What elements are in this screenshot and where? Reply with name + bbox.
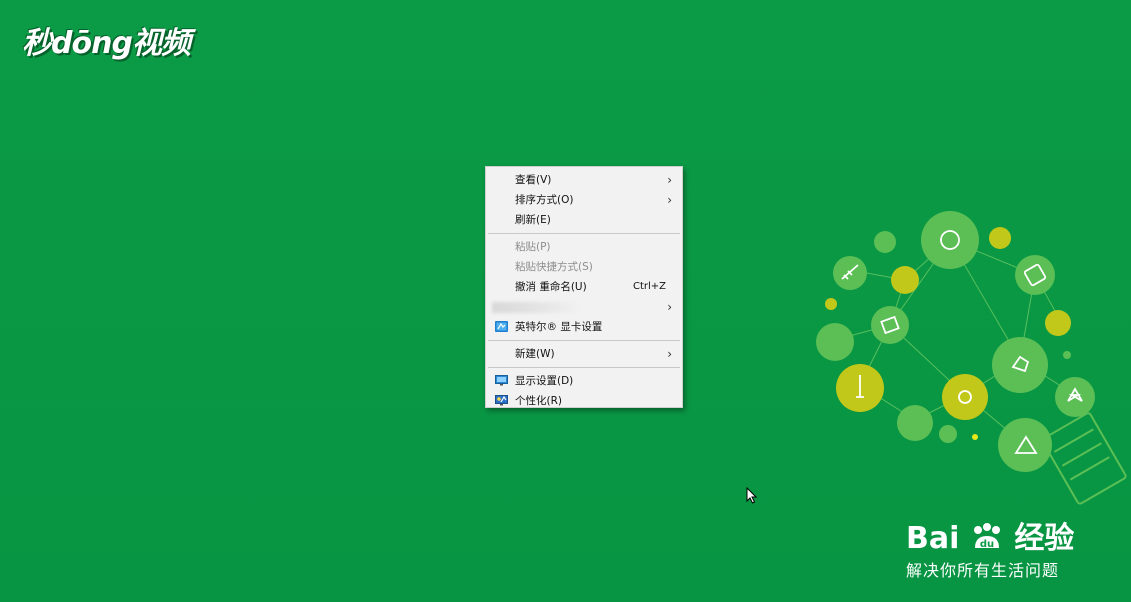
display-icon [495,375,508,386]
menu-item-refresh[interactable]: 刷新(E) [486,210,682,230]
baidu-jingyan-logo: Bai du 经验 解决你所有生活问题 [906,520,1106,582]
menu-item-label: 显示设置(D) [515,375,574,387]
svg-text:du: du [980,539,994,550]
menu-item-display-settings[interactable]: 显示设置(D) [486,371,682,391]
menu-item-label: 英特尔® 显卡设置 [515,321,603,333]
menu-item-label: 粘贴(P) [515,241,551,253]
menu-separator [488,233,680,234]
chevron-right-icon: › [667,173,672,187]
menu-separator [488,367,680,368]
menu-item-blurred[interactable]: › [486,297,682,317]
watermark-text: 秒dōng视频 [22,26,191,61]
menu-item-paste[interactable]: 粘贴(P) [486,237,682,257]
chevron-right-icon: › [667,347,672,361]
menu-item-new[interactable]: 新建(W) › [486,344,682,364]
baidu-slogan: 解决你所有生活问题 [906,561,1060,580]
decorative-lightbulb-illustration [816,211,1127,505]
menu-item-label: 刷新(E) [515,214,551,226]
video-watermark-logo: 秒dōng视频 [22,18,191,62]
menu-item-shortcut: Ctrl+Z [632,281,666,292]
menu-item-label: 新建(W) [515,348,555,360]
menu-item-label: 排序方式(O) [515,194,574,206]
menu-item-personalize[interactable]: 个性化(R) [486,391,682,411]
menu-item-paste-shortcut[interactable]: 粘贴快捷方式(S) [486,257,682,277]
menu-item-label: 查看(V) [515,174,552,186]
chevron-right-icon: › [667,193,672,207]
baidu-paw-icon: du [973,523,1000,550]
menu-item-view[interactable]: 查看(V) › [486,170,682,190]
menu-item-sort-by[interactable]: 排序方式(O) › [486,190,682,210]
menu-item-label: 粘贴快捷方式(S) [515,261,593,273]
mouse-cursor-icon [746,487,758,504]
menu-item-intel-graphics[interactable]: 英特尔® 显卡设置 [486,317,682,337]
menu-item-label: 撤消 重命名(U) [515,281,587,293]
personalize-icon [495,395,508,406]
desktop-context-menu: 查看(V) › 排序方式(O) › 刷新(E) 粘贴(P) 粘贴快捷方式(S) … [485,166,683,408]
blurred-label [492,301,582,313]
menu-item-label: 个性化(R) [515,395,562,407]
menu-separator [488,340,680,341]
menu-item-undo-rename[interactable]: 撤消 重命名(U) Ctrl+Z [486,277,682,297]
intel-graphics-icon [495,321,508,332]
baidu-brand-prefix: Bai [906,521,960,556]
chevron-right-icon: › [667,300,672,314]
baidu-brand-suffix: 经验 [1014,521,1075,556]
baidu-brand-text: Bai du 经验 [906,520,1106,558]
